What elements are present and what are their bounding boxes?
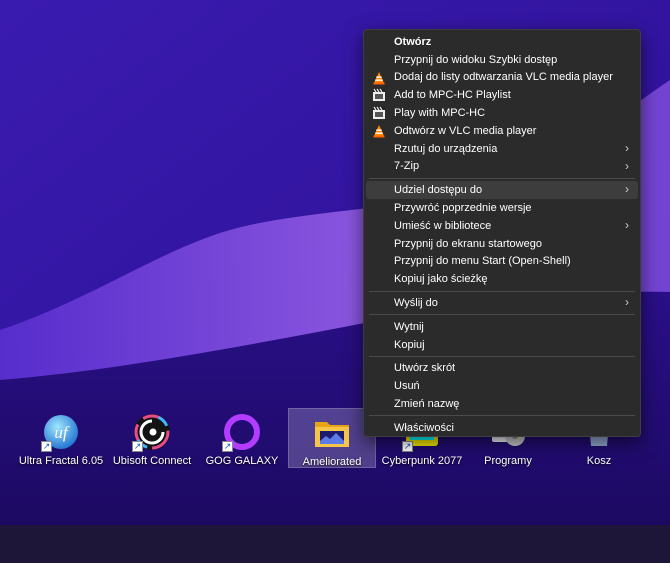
menu-item[interactable]: Przywróć poprzednie wersje (366, 199, 638, 217)
chevron-right-icon: › (625, 217, 629, 232)
shortcut-arrow-icon: ↗ (132, 441, 143, 452)
menu-item-label: Udziel dostępu do (394, 184, 483, 197)
menu-item[interactable]: Umieść w bibliotece › (366, 217, 638, 235)
mpc-hc-icon (372, 88, 386, 102)
menu-item-label: 7-Zip (394, 160, 420, 173)
menu-item[interactable]: Przypnij do widoku Szybki dostęp (366, 51, 638, 69)
menu-item-label: Przypnij do menu Start (Open-Shell) (394, 255, 571, 268)
menu-item[interactable]: Utwórz skrót (366, 360, 638, 378)
menu-item-label: Dodaj do listy odtwarzania VLC media pla… (394, 71, 613, 84)
menu-item-label: Wytnij (394, 320, 424, 333)
shortcut-arrow-icon: ↗ (402, 441, 413, 452)
menu-item-label: Przywróć poprzednie wersje (394, 202, 532, 215)
menu-separator (369, 314, 635, 316)
context-menu: Otwórz Przypnij do widoku Szybki dostęp Do… (363, 29, 641, 437)
vlc-icon (372, 71, 386, 85)
menu-item-label: Umieść w bibliotece (394, 219, 492, 232)
shortcut-arrow-icon: ↗ (41, 441, 52, 452)
menu-item[interactable]: Wyślij do › (366, 294, 638, 312)
menu-item[interactable]: Kopiuj (366, 336, 638, 354)
menu-item[interactable]: Właściwości (366, 419, 638, 437)
menu-item[interactable]: Odtwórz w VLC media player (366, 122, 638, 140)
menu-item-label: Otwórz (394, 35, 432, 48)
menu-item-label: Kopiuj (394, 338, 425, 351)
menu-item-label: Play with MPC-HC (394, 107, 486, 120)
menu-item-label: Właściwości (394, 421, 454, 434)
chevron-right-icon: › (625, 158, 629, 173)
chevron-right-icon: › (625, 140, 629, 155)
menu-item[interactable]: Usuń (366, 377, 638, 395)
menu-item-label: Wyślij do (394, 297, 438, 310)
menu-item-label: Przypnij do ekranu startowego (394, 237, 542, 250)
menu-item-label: Odtwórz w VLC media player (394, 124, 537, 137)
menu-item-label: Add to MPC-HC Playlist (394, 89, 511, 102)
menu-item[interactable]: Play with MPC-HC (366, 104, 638, 122)
menu-item[interactable]: Add to MPC-HC Playlist (366, 86, 638, 104)
menu-item[interactable]: Rzutuj do urządzenia › (366, 140, 638, 158)
ubisoft-connect-icon: ↗ (132, 412, 172, 452)
menu-item[interactable]: Otwórz (366, 33, 638, 51)
menu-item[interactable]: 7-Zip › (366, 158, 638, 176)
menu-item-label: Kopiuj jako ścieżkę (394, 273, 488, 286)
desktop-icon-label: Kosz (586, 455, 612, 467)
menu-separator (369, 356, 635, 358)
menu-item[interactable]: Przypnij do menu Start (Open-Shell) (366, 253, 638, 271)
menu-item-label: Rzutuj do urządzenia (394, 142, 498, 155)
chevron-right-icon: › (625, 182, 629, 197)
menu-separator (369, 290, 635, 292)
svg-text:uf: uf (54, 423, 70, 442)
menu-separator (369, 177, 635, 179)
menu-item-label: Usuń (394, 380, 420, 393)
folder-icon (312, 413, 352, 453)
menu-item[interactable]: Przypnij do ekranu startowego (366, 235, 638, 253)
shortcut-arrow-icon: ↗ (222, 441, 233, 452)
menu-item[interactable]: Dodaj do listy odtwarzania VLC media pla… (366, 69, 638, 87)
taskbar (0, 525, 670, 563)
menu-item[interactable]: Wytnij (366, 318, 638, 336)
vlc-icon (372, 124, 386, 138)
menu-item[interactable]: Kopiuj jako ścieżkę (366, 270, 638, 288)
menu-item[interactable]: Zmień nazwę (366, 395, 638, 413)
menu-separator (369, 415, 635, 417)
menu-item[interactable]: Udziel dostępu do › (366, 181, 638, 200)
ultra-fractal-icon: uf ↗ (41, 412, 81, 452)
menu-item-label: Zmień nazwę (394, 398, 460, 411)
menu-item-label: Utwórz skrót (394, 362, 456, 375)
menu-item-label: Przypnij do widoku Szybki dostęp (394, 53, 558, 66)
chevron-right-icon: › (625, 295, 629, 310)
mpc-hc-icon (372, 106, 386, 120)
gog-galaxy-icon: ↗ (222, 412, 262, 452)
